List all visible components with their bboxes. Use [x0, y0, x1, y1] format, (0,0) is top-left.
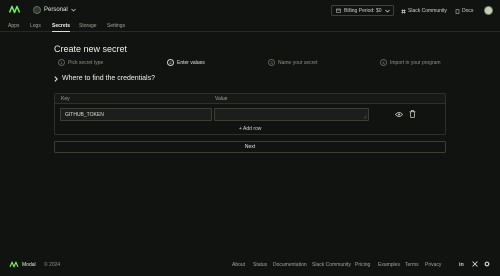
step-name-your-secret[interactable]: 3 Name your secret	[268, 59, 317, 66]
docs-label: Docs	[462, 8, 474, 14]
tab-secrets[interactable]: Secrets	[52, 23, 71, 32]
footer-link-slack-community[interactable]: Slack Community	[312, 262, 351, 268]
footer-link-status[interactable]: Status	[253, 262, 267, 268]
next-button[interactable]: Next	[54, 141, 446, 153]
key-input[interactable]: GITHUB_TOKEN	[60, 108, 212, 121]
footer-brand-name: Modal	[22, 261, 36, 268]
value-input[interactable]	[214, 108, 369, 121]
step-label: Enter values	[177, 59, 205, 66]
resize-handle-icon	[363, 115, 367, 119]
step-enter-values[interactable]: 2 Enter values	[167, 59, 205, 66]
footer-link-privacy[interactable]: Privacy	[425, 262, 441, 268]
workspace-avatar	[33, 6, 41, 14]
book-icon	[455, 8, 460, 14]
footer-link-pricing[interactable]: Pricing	[355, 262, 370, 268]
key-column-header: Key	[61, 96, 70, 102]
billing-period-label: Billing Period: $0	[344, 7, 382, 14]
tab-apps[interactable]: Apps	[8, 23, 19, 29]
workspace-name: Personal	[44, 7, 68, 13]
step-number: 4	[380, 59, 387, 66]
step-number: 1	[58, 59, 65, 66]
step-label: Name your secret	[278, 59, 318, 66]
trash-icon[interactable]	[409, 110, 416, 118]
slack-community-link[interactable]: Slack Community	[401, 8, 447, 14]
modal-logo-icon[interactable]	[9, 5, 20, 14]
step-label: Pick secret type	[68, 59, 104, 66]
billing-period-button[interactable]: Billing Period: $0	[331, 5, 394, 16]
tab-logs[interactable]: Logs	[30, 23, 41, 29]
chevron-down-icon	[384, 9, 390, 13]
linkedin-icon[interactable]: in	[459, 261, 465, 267]
page-title: Create new secret	[54, 44, 128, 54]
footer-link-examples[interactable]: Examples	[378, 262, 400, 268]
credentials-help-toggle[interactable]: Where to find the credentials?	[54, 75, 155, 82]
footer-link-documentation[interactable]: Documentation	[273, 262, 307, 268]
step-label: Import in your program	[390, 59, 441, 66]
footer-brand[interactable]: Modal	[9, 261, 36, 268]
footer: Modal © 2024 About Status Documentation …	[0, 258, 500, 272]
slack-community-label: Slack Community	[408, 8, 447, 14]
chevron-right-icon	[54, 75, 58, 82]
chevron-down-icon	[70, 8, 76, 12]
tab-storage[interactable]: Storage	[79, 23, 97, 29]
eye-icon[interactable]	[395, 111, 403, 118]
slack-icon	[401, 9, 406, 13]
value-column-header: Value	[215, 96, 228, 102]
docs-link[interactable]: Docs	[455, 8, 473, 14]
step-import-in-program[interactable]: 4 Import in your program	[380, 59, 441, 66]
step-number: 2	[167, 59, 174, 66]
table-header: Key Value	[55, 94, 445, 104]
footer-link-about[interactable]: About	[232, 262, 245, 268]
top-bar: Personal Billing Period: $0 Slack Commun…	[0, 0, 500, 21]
copyright: © 2024	[44, 262, 61, 268]
step-number: 3	[268, 59, 275, 66]
step-pick-secret-type[interactable]: 1 Pick secret type	[58, 59, 103, 66]
main-nav: Apps Logs Secrets Storage Settings	[0, 21, 500, 32]
github-icon[interactable]	[484, 261, 490, 267]
footer-link-terms[interactable]: Terms	[405, 262, 419, 268]
workspace-switcher[interactable]: Personal	[33, 6, 76, 14]
user-avatar[interactable]	[484, 6, 493, 15]
add-row-button[interactable]: + Add row	[239, 126, 261, 132]
svg-text:in: in	[459, 262, 464, 267]
modal-logo-icon	[9, 261, 19, 268]
calendar-icon	[336, 8, 341, 13]
secret-values-table: Key Value GITHUB_TOKEN + Add row	[54, 93, 446, 135]
x-icon[interactable]	[472, 261, 478, 267]
credentials-help-label: Where to find the credentials?	[62, 75, 155, 82]
tab-settings[interactable]: Settings	[107, 23, 125, 29]
